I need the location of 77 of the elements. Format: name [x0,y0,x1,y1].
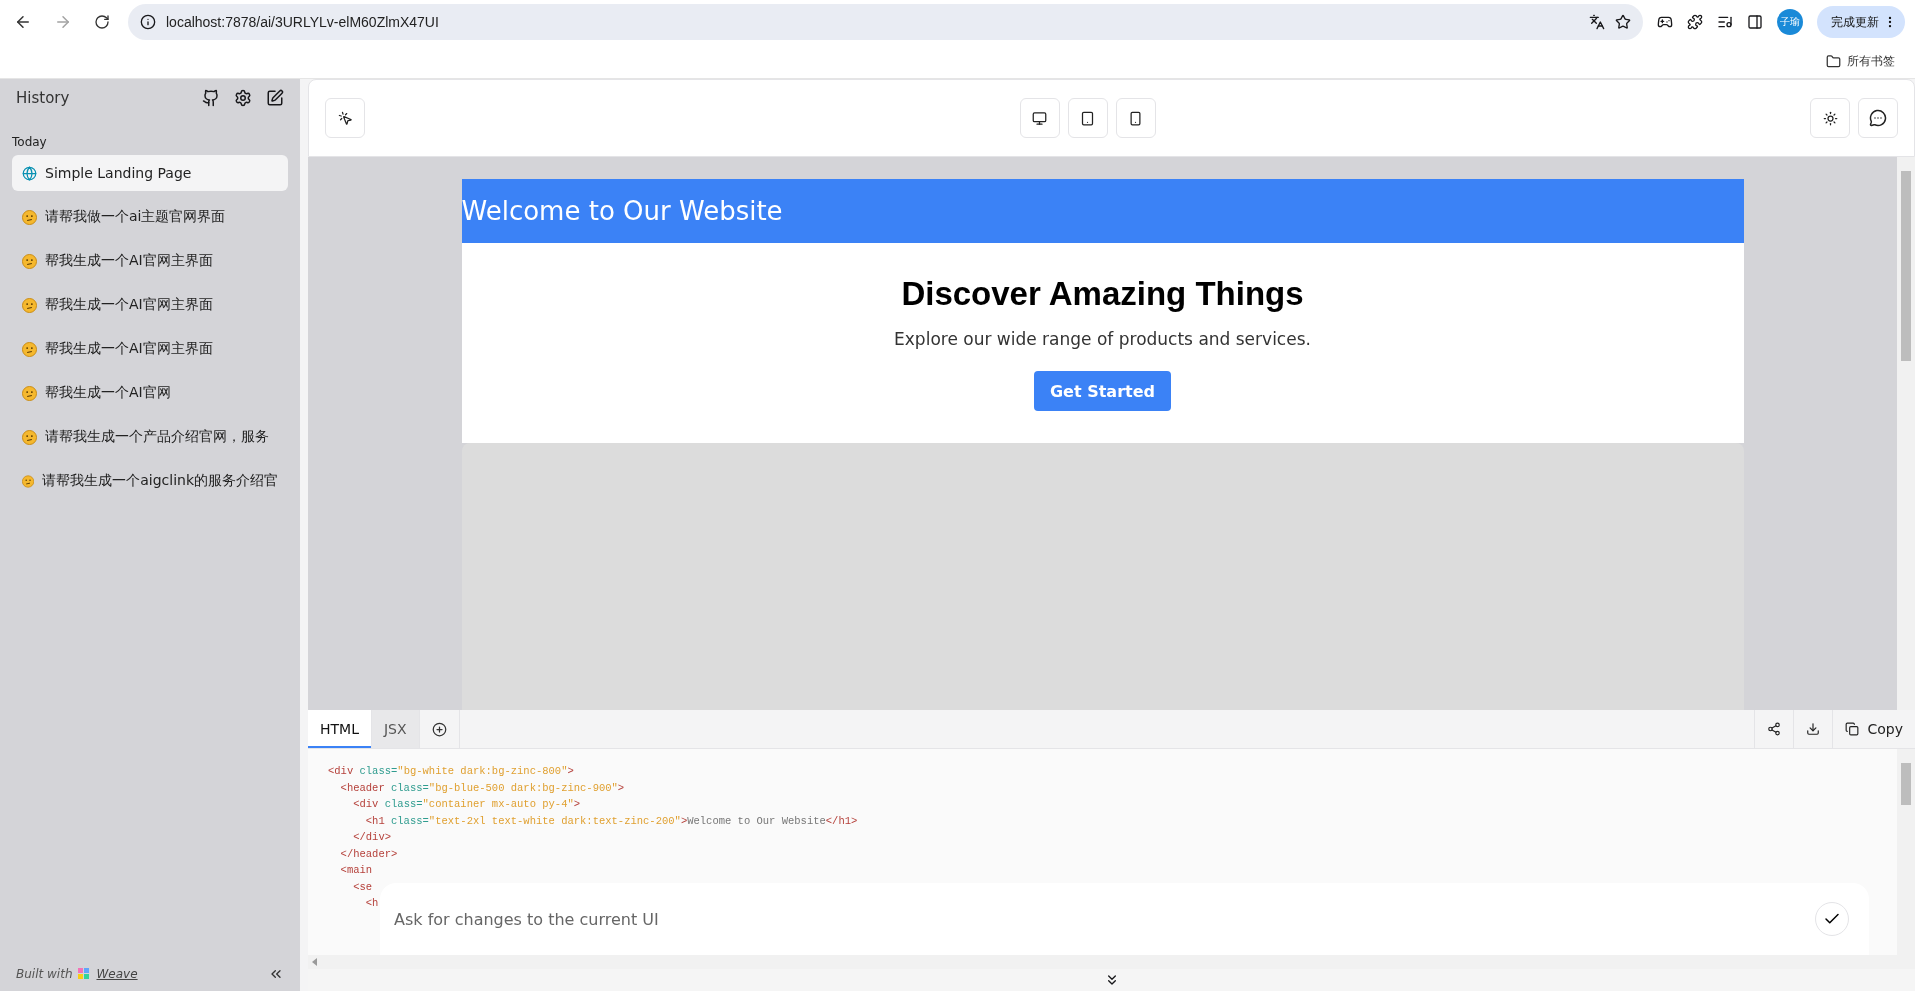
reload-icon [94,14,110,30]
tablet-view-button[interactable] [1067,98,1108,138]
get-started-button[interactable]: Get Started [1034,371,1171,411]
code-line: </header> [339,847,399,862]
bookmark-star-icon[interactable] [1615,14,1631,30]
code-line: <h1 class="text-2xl text-white dark:text-zinc-200">Welcome to Our Website</h1> [364,814,859,829]
sun-icon [1822,110,1838,126]
download-icon [1806,722,1821,736]
thinking-face-icon [22,385,37,401]
bookmarks-folder[interactable]: 所有书签 [1820,51,1901,71]
theme-toggle-button[interactable] [1810,98,1850,138]
sidebar-title: History [16,89,70,107]
settings-icon[interactable] [234,89,252,107]
history-item[interactable]: Simple Landing Page [12,155,288,191]
code-line: <h [364,897,380,911]
thinking-face-icon [22,209,37,225]
prompt-field[interactable]: Ask for changes to the current UI [380,883,1869,955]
hero-title: Discover Amazing Things [901,275,1304,313]
thinking-face-icon [22,473,35,489]
history-item[interactable]: 请帮我做一个ai主题官网界面 [12,199,288,235]
history-item[interactable]: 帮我生成一个AI官网主界面 [12,287,288,323]
thinking-face-icon [22,253,37,269]
mobile-view-button[interactable] [1115,98,1156,138]
forward-arrow-icon [54,13,72,31]
code-line: <header class="bg-blue-500 dark:bg-zinc-900"> [339,781,626,796]
media-icon[interactable] [1717,14,1733,30]
extensions-icon[interactable] [1687,14,1703,30]
side-panel-icon[interactable] [1747,14,1763,30]
copy-icon [1845,722,1860,736]
thinking-face-icon [22,297,37,313]
pointer-click-icon [337,110,353,126]
section-label: Today [12,135,48,149]
history-item[interactable]: 请帮我生成一个产品介绍官网，服务 [12,419,288,455]
history-item[interactable]: 请帮我生成一个aigclink的服务介绍官 [12,463,288,499]
select-element-button[interactable] [325,98,365,138]
tablet-icon [1080,110,1095,126]
code-line: <main [339,864,374,878]
chat-button[interactable] [1858,98,1898,138]
desktop-view-button[interactable] [1019,98,1060,138]
phone-icon [1128,110,1143,126]
folder-icon [1826,53,1841,69]
history-item[interactable]: 帮我生成一个AI官网 [12,375,288,411]
address-bar[interactable]: localhost:7878/ai/3URLYLv-elM60ZlmX47UI [128,4,1643,40]
scrollbar[interactable] [1897,749,1915,955]
prompt-input[interactable]: Ask for changes to the current UI [392,908,1815,930]
weave-link[interactable]: Weave [96,967,138,981]
site-header: Welcome to Our Website [461,179,1744,243]
code-line: <se [352,880,374,895]
translate-icon[interactable] [1589,14,1605,30]
code-tab[interactable]: JSX [371,710,420,748]
plus-circle-icon [431,721,447,737]
share-icon [1767,722,1782,736]
update-button[interactable]: 完成更新 [1817,6,1905,38]
thinking-face-icon [22,341,37,357]
extension-icon[interactable] [1657,14,1673,30]
history-item[interactable]: 帮我生成一个AI官网主界面 [12,243,288,279]
weave-logo-icon [78,968,91,980]
code-line: <div class="bg-white dark:bg-zinc-800"> [328,765,575,779]
code-line: <div class="container mx-auto py-4"> [352,798,582,812]
globe-icon [22,165,37,181]
info-icon[interactable] [140,14,156,30]
chat-bubble-icon [1869,109,1887,127]
url-text: localhost:7878/ai/3URLYLv-elM60ZlmX47UI [166,14,440,30]
submit-button[interactable] [1815,902,1849,936]
code-line: </div> [352,831,392,845]
monitor-icon [1032,110,1047,126]
copy-button[interactable]: Copy [1832,710,1915,748]
github-icon[interactable] [202,89,220,107]
scrollbar[interactable] [1897,157,1915,710]
built-with-text: Built with [16,967,73,981]
code-tab[interactable]: HTML [308,710,372,748]
hero-subtitle: Explore our wide range of products and services. [894,329,1311,349]
new-chat-icon[interactable] [266,89,284,107]
thinking-face-icon [22,429,37,445]
history-item[interactable]: 帮我生成一个AI官网主界面 [12,331,288,367]
profile-avatar[interactable]: 子瑜 [1777,9,1803,35]
scrollbar[interactable] [308,955,1915,969]
